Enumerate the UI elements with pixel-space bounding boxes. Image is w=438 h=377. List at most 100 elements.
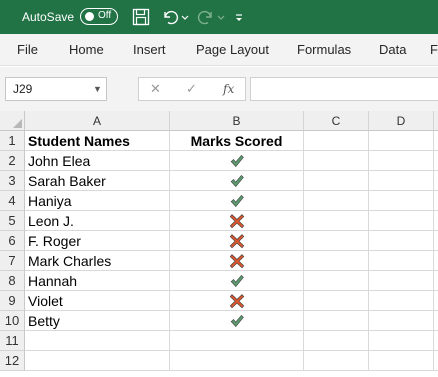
student-name-cell[interactable]: Betty bbox=[25, 311, 170, 331]
chevron-down-icon[interactable]: ▼ bbox=[93, 84, 102, 94]
cross-mark-icon bbox=[229, 234, 244, 249]
student-name-cell[interactable]: Violet bbox=[25, 291, 170, 311]
insert-function-icon[interactable]: fx bbox=[223, 82, 234, 96]
row-header[interactable]: 11 bbox=[0, 331, 25, 351]
tab-insert[interactable]: Insert bbox=[133, 42, 166, 57]
cell[interactable] bbox=[304, 191, 369, 211]
cell[interactable] bbox=[434, 171, 438, 191]
tab-truncated[interactable]: F bbox=[430, 42, 438, 57]
student-name-cell[interactable]: John Elea bbox=[25, 151, 170, 171]
cell[interactable] bbox=[369, 211, 434, 231]
student-name-cell[interactable]: Sarah Baker bbox=[25, 171, 170, 191]
cell[interactable] bbox=[434, 351, 438, 371]
column-header-c[interactable]: C bbox=[304, 111, 369, 131]
mark-cell[interactable] bbox=[170, 251, 304, 271]
row-header[interactable]: 8 bbox=[0, 271, 25, 291]
redo-icon[interactable] bbox=[196, 6, 216, 28]
column-header-e-partial[interactable] bbox=[434, 111, 438, 131]
column-header-d[interactable]: D bbox=[369, 111, 434, 131]
mark-cell[interactable] bbox=[170, 271, 304, 291]
formula-input[interactable] bbox=[250, 77, 438, 101]
column-header-b[interactable]: B bbox=[170, 111, 304, 131]
cell[interactable] bbox=[304, 311, 369, 331]
row-header[interactable]: 4 bbox=[0, 191, 25, 211]
cell[interactable] bbox=[304, 151, 369, 171]
tab-page-layout[interactable]: Page Layout bbox=[196, 42, 269, 57]
cell[interactable] bbox=[434, 151, 438, 171]
header-student-names[interactable]: Student Names bbox=[25, 131, 170, 151]
cell[interactable] bbox=[25, 331, 170, 351]
customize-toolbar-icon[interactable] bbox=[234, 6, 244, 28]
mark-cell[interactable] bbox=[170, 291, 304, 311]
cell[interactable] bbox=[434, 271, 438, 291]
cell[interactable] bbox=[304, 291, 369, 311]
cell[interactable] bbox=[369, 331, 434, 351]
cell[interactable] bbox=[434, 131, 438, 151]
mark-cell[interactable] bbox=[170, 191, 304, 211]
row-header[interactable]: 12 bbox=[0, 351, 25, 371]
student-name-cell[interactable]: Hannah bbox=[25, 271, 170, 291]
undo-dropdown-icon[interactable] bbox=[181, 6, 189, 28]
cell[interactable] bbox=[369, 311, 434, 331]
tab-formulas[interactable]: Formulas bbox=[297, 42, 351, 57]
cell[interactable] bbox=[369, 271, 434, 291]
cell[interactable] bbox=[304, 211, 369, 231]
row-header[interactable]: 10 bbox=[0, 311, 25, 331]
column-header-a[interactable]: A bbox=[25, 111, 170, 131]
name-box[interactable]: J29 ▼ bbox=[5, 77, 107, 101]
cell[interactable] bbox=[434, 331, 438, 351]
cell[interactable] bbox=[434, 231, 438, 251]
redo-dropdown-icon[interactable] bbox=[217, 6, 225, 28]
cell[interactable] bbox=[434, 211, 438, 231]
undo-icon[interactable] bbox=[160, 6, 180, 28]
enter-icon[interactable]: ✓ bbox=[186, 81, 197, 97]
cell[interactable] bbox=[369, 351, 434, 371]
cell[interactable] bbox=[304, 131, 369, 151]
row-header[interactable]: 9 bbox=[0, 291, 25, 311]
tab-home[interactable]: Home bbox=[69, 42, 104, 57]
row-header[interactable]: 6 bbox=[0, 231, 25, 251]
cell[interactable] bbox=[369, 291, 434, 311]
cell[interactable] bbox=[369, 151, 434, 171]
row-header[interactable]: 5 bbox=[0, 211, 25, 231]
mark-cell[interactable] bbox=[170, 171, 304, 191]
cell[interactable] bbox=[304, 251, 369, 271]
cell[interactable] bbox=[369, 171, 434, 191]
cell[interactable] bbox=[369, 251, 434, 271]
cell[interactable] bbox=[369, 231, 434, 251]
cell[interactable] bbox=[170, 351, 304, 371]
save-icon[interactable] bbox=[132, 6, 150, 28]
cell[interactable] bbox=[434, 311, 438, 331]
row-header[interactable]: 1 bbox=[0, 131, 25, 151]
cancel-icon[interactable]: ✕ bbox=[150, 81, 161, 97]
cell[interactable] bbox=[369, 191, 434, 211]
header-marks-scored[interactable]: Marks Scored bbox=[170, 131, 304, 151]
mark-cell[interactable] bbox=[170, 231, 304, 251]
mark-cell[interactable] bbox=[170, 211, 304, 231]
row-header[interactable]: 7 bbox=[0, 251, 25, 271]
cell[interactable] bbox=[304, 331, 369, 351]
student-name-cell[interactable]: Haniya bbox=[25, 191, 170, 211]
cell[interactable] bbox=[434, 191, 438, 211]
cell[interactable] bbox=[170, 331, 304, 351]
autosave-toggle[interactable]: Off bbox=[80, 8, 118, 25]
mark-cell[interactable] bbox=[170, 311, 304, 331]
cell[interactable] bbox=[304, 231, 369, 251]
cell[interactable] bbox=[369, 131, 434, 151]
cell[interactable] bbox=[304, 271, 369, 291]
worksheet-grid[interactable]: A B C D 1 Student Names Marks Scored 2 John … bbox=[0, 111, 438, 377]
cell[interactable] bbox=[434, 291, 438, 311]
cell[interactable] bbox=[25, 351, 170, 371]
student-name-cell[interactable]: F. Roger bbox=[25, 231, 170, 251]
row-header[interactable]: 3 bbox=[0, 171, 25, 191]
tab-data[interactable]: Data bbox=[379, 42, 406, 57]
select-all-button[interactable] bbox=[0, 111, 25, 131]
student-name-cell[interactable]: Mark Charles bbox=[25, 251, 170, 271]
cell[interactable] bbox=[434, 251, 438, 271]
cell[interactable] bbox=[304, 351, 369, 371]
cell[interactable] bbox=[304, 171, 369, 191]
tab-file[interactable]: File bbox=[17, 42, 38, 57]
row-header[interactable]: 2 bbox=[0, 151, 25, 171]
mark-cell[interactable] bbox=[170, 151, 304, 171]
student-name-cell[interactable]: Leon J. bbox=[25, 211, 170, 231]
